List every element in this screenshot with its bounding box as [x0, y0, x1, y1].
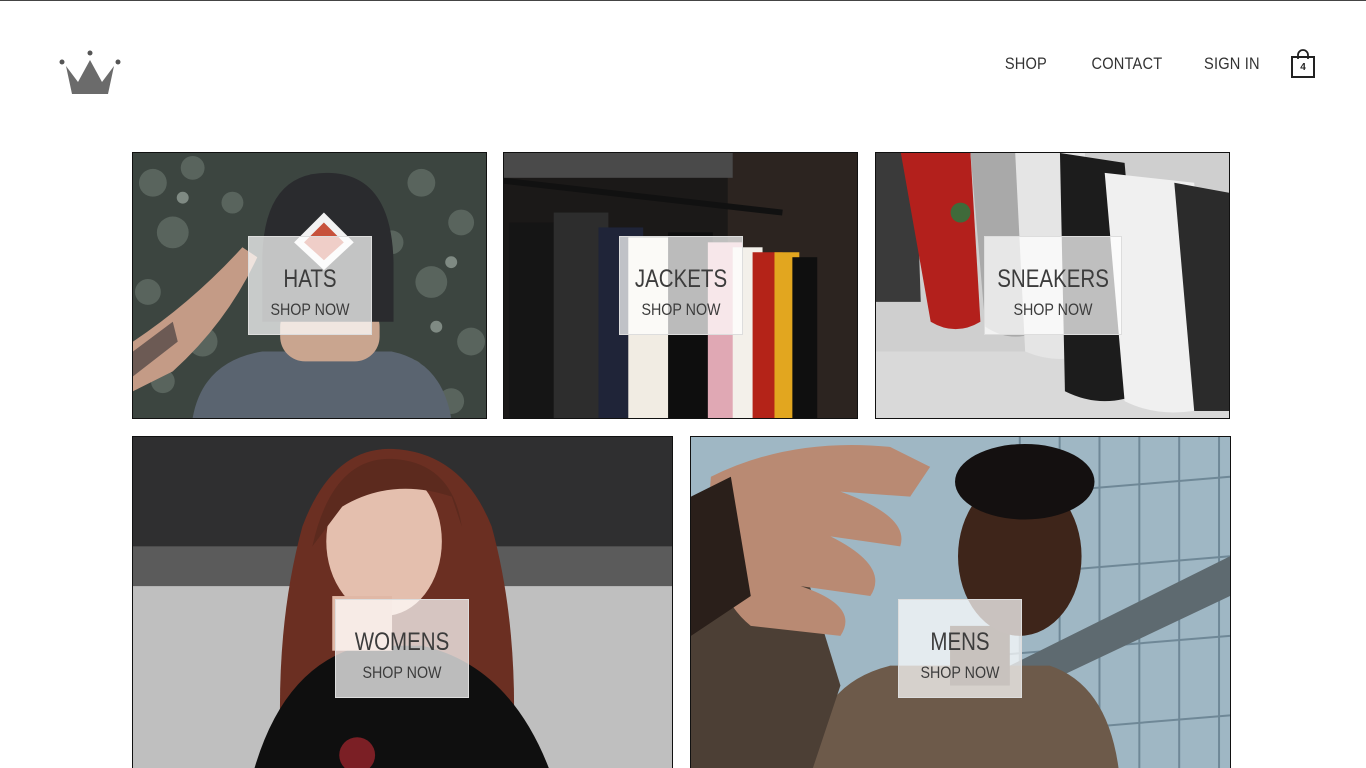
main-nav: SHOP CONTACT SIGN IN 4: [965, 48, 1316, 80]
mens-title: MENS: [930, 628, 990, 656]
cart-button[interactable]: 4: [1290, 49, 1316, 79]
top-border: [0, 0, 1366, 1]
category-tile-mens[interactable]: MENS SHOP NOW: [690, 436, 1231, 768]
category-tile-sneakers[interactable]: SNEAKERS SHOP NOW: [875, 152, 1230, 419]
nav-shop-link[interactable]: SHOP: [1005, 54, 1047, 74]
jackets-label-box[interactable]: JACKETS SHOP NOW: [619, 236, 743, 335]
sneakers-label-box[interactable]: SNEAKERS SHOP NOW: [984, 236, 1122, 335]
mens-label-box[interactable]: MENS SHOP NOW: [898, 599, 1022, 698]
jackets-shop-now[interactable]: SHOP NOW: [630, 300, 732, 320]
hats-title: HATS: [283, 265, 337, 293]
hats-label-box[interactable]: HATS SHOP NOW: [248, 236, 372, 335]
womens-label-box[interactable]: WOMENS SHOP NOW: [335, 599, 469, 698]
womens-shop-now[interactable]: SHOP NOW: [347, 663, 458, 683]
category-tile-hats[interactable]: HATS SHOP NOW: [132, 152, 487, 419]
crown-logo-icon[interactable]: [58, 48, 122, 98]
mens-shop-now[interactable]: SHOP NOW: [909, 663, 1011, 683]
sneakers-title: SNEAKERS: [997, 265, 1109, 293]
nav-sign-in-link[interactable]: SIGN IN: [1204, 54, 1260, 74]
category-tile-womens[interactable]: WOMENS SHOP NOW: [132, 436, 673, 768]
womens-title: WOMENS: [354, 628, 450, 656]
sneakers-shop-now[interactable]: SHOP NOW: [996, 300, 1110, 320]
hats-shop-now[interactable]: SHOP NOW: [259, 300, 361, 320]
cart-count: 4: [1300, 62, 1306, 73]
jackets-title: JACKETS: [634, 265, 728, 293]
category-tile-jackets[interactable]: JACKETS SHOP NOW: [503, 152, 858, 419]
nav-contact-link[interactable]: CONTACT: [1092, 54, 1163, 74]
